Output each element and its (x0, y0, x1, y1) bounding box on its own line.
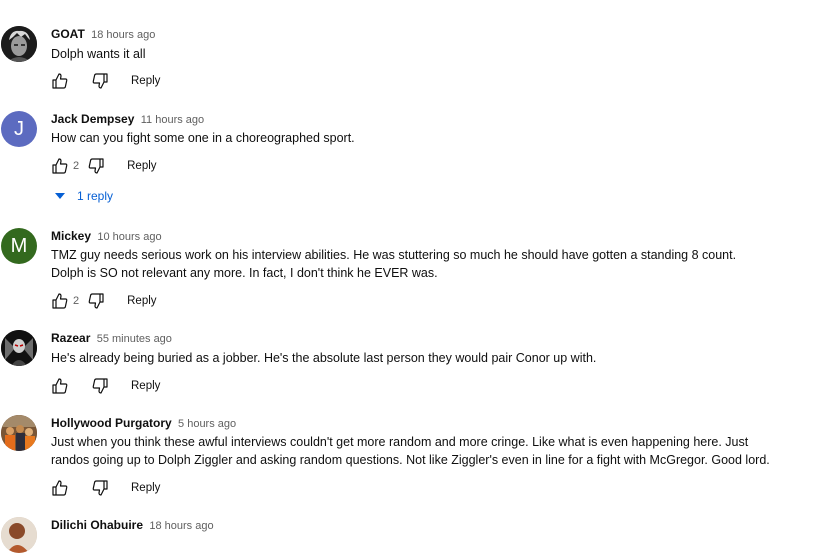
photo-avatar-grayscale-face-icon (1, 26, 37, 62)
comment-actions: 2 Reply (51, 156, 157, 176)
photo-avatar-orange-crowd-icon (1, 415, 37, 451)
dislike-button[interactable] (91, 72, 109, 90)
dislike-button[interactable] (87, 292, 105, 310)
avatar-letter: J (14, 117, 24, 140)
author-line: GOAT 18 hours ago (51, 27, 155, 42)
avatar[interactable]: M (1, 228, 37, 264)
author-line: Razear 55 minutes ago (51, 331, 172, 346)
timestamp[interactable]: 18 hours ago (149, 520, 213, 532)
view-replies-button[interactable]: 1 reply (55, 189, 113, 203)
comment-text: TMZ guy needs serious work on his interv… (51, 246, 791, 282)
photo-avatar-dark-figure-icon (1, 330, 37, 366)
timestamp[interactable]: 11 hours ago (141, 114, 204, 126)
thumbs-down-icon (92, 378, 108, 394)
thumbs-up-icon (52, 158, 68, 174)
comment-actions: 2 Reply (51, 291, 157, 311)
comment-actions: Reply (51, 478, 160, 498)
comment-text-line: He's already being buried as a jobber. H… (51, 351, 597, 365)
author-line: Mickey 10 hours ago (51, 229, 162, 244)
caret-down-icon (55, 193, 65, 199)
comment-text-line: Dolph is SO not relevant any more. In fa… (51, 266, 438, 280)
avatar-letter: M (10, 234, 28, 257)
like-button[interactable] (51, 72, 69, 90)
comment-text-line: randos going up to Dolph Ziggler and ask… (51, 453, 770, 467)
avatar[interactable] (1, 26, 37, 62)
like-count: 2 (73, 160, 80, 172)
author-name[interactable]: Dilichi Ohabuire (51, 518, 143, 532)
thumbs-down-icon (88, 293, 104, 309)
reply-button[interactable]: Reply (131, 482, 160, 494)
photo-avatar-person-icon (1, 517, 37, 553)
timestamp[interactable]: 18 hours ago (91, 29, 155, 41)
reply-button[interactable]: Reply (131, 75, 160, 87)
comment-text-line: Dolph wants it all (51, 47, 146, 61)
dislike-button[interactable] (91, 377, 109, 395)
replies-count-label: 1 reply (77, 189, 114, 203)
thumbs-up-icon (52, 480, 68, 496)
comment-text: Just when you think these awful intervie… (51, 433, 791, 469)
thumbs-down-icon (88, 158, 104, 174)
avatar[interactable] (1, 517, 37, 553)
avatar[interactable] (1, 415, 37, 451)
thumbs-down-icon (92, 73, 108, 89)
comment-text: Dolph wants it all (51, 45, 791, 63)
comment-text-line: TMZ guy needs serious work on his interv… (51, 248, 737, 262)
reply-button[interactable]: Reply (127, 160, 156, 172)
comment-text-line: How can you fight some one in a choreogr… (51, 131, 355, 145)
thumbs-up-icon (52, 378, 68, 394)
comment-text: How can you fight some one in a choreogr… (51, 129, 791, 147)
timestamp[interactable]: 10 hours ago (97, 231, 161, 243)
author-line: Hollywood Purgatory 5 hours ago (51, 416, 236, 431)
avatar[interactable] (1, 330, 37, 366)
thumbs-up-icon (52, 73, 68, 89)
author-name[interactable]: Jack Dempsey (51, 112, 134, 126)
author-name[interactable]: GOAT (51, 27, 85, 41)
thumbs-up-icon (52, 293, 68, 309)
timestamp[interactable]: 55 minutes ago (97, 333, 172, 345)
author-name[interactable]: Hollywood Purgatory (51, 416, 172, 430)
author-name[interactable]: Razear (51, 331, 90, 345)
like-count: 2 (73, 295, 80, 307)
like-button[interactable] (51, 377, 69, 395)
author-name[interactable]: Mickey (51, 229, 91, 243)
comment-actions: Reply (51, 71, 160, 91)
thumbs-down-icon (92, 480, 108, 496)
comment-actions: Reply (51, 376, 160, 396)
comment-text: He's already being buried as a jobber. H… (51, 349, 791, 367)
author-line: Jack Dempsey 11 hours ago (51, 112, 204, 127)
timestamp[interactable]: 5 hours ago (178, 418, 236, 430)
avatar[interactable]: J (1, 111, 37, 147)
dislike-button[interactable] (91, 479, 109, 497)
dislike-button[interactable] (87, 157, 105, 175)
reply-button[interactable]: Reply (131, 380, 160, 392)
reply-button[interactable]: Reply (127, 295, 156, 307)
like-button[interactable] (51, 292, 69, 310)
author-line: Dilichi Ohabuire 18 hours ago (51, 518, 214, 533)
like-button[interactable] (51, 157, 69, 175)
like-button[interactable] (51, 479, 69, 497)
comment-text-line: Just when you think these awful intervie… (51, 435, 749, 449)
